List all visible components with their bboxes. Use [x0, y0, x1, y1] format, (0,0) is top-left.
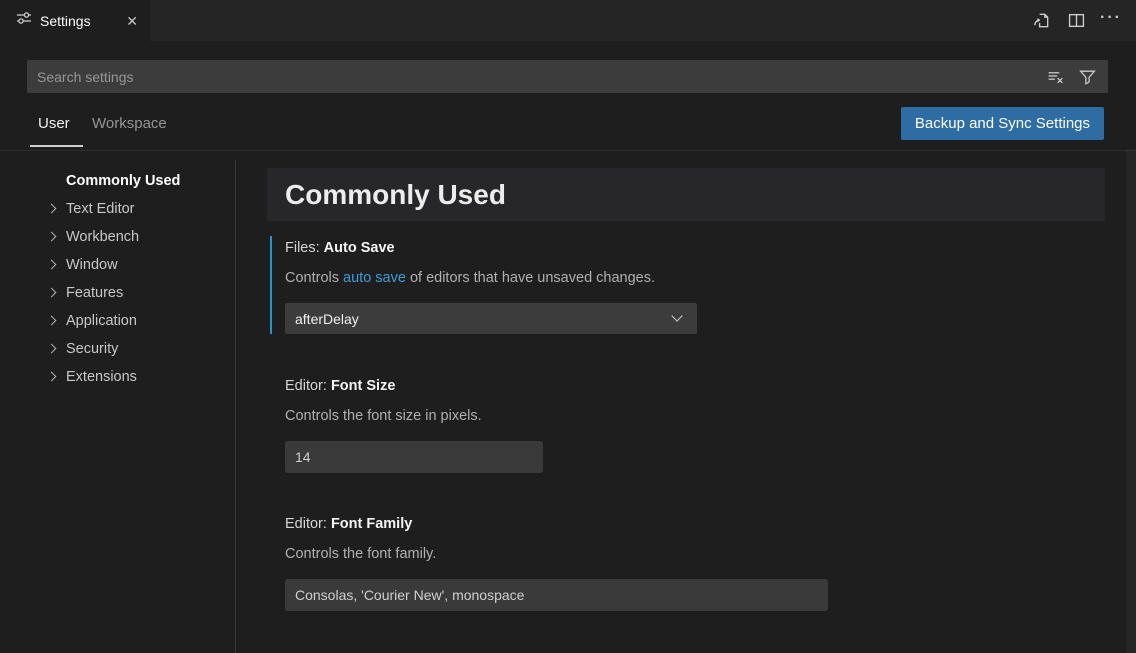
- page-title: Commonly Used: [267, 179, 506, 211]
- setting-label: Editor: Font Size: [285, 378, 1105, 394]
- chevron-right-icon: [47, 204, 57, 214]
- toc-item-commonly-used[interactable]: Commonly Used: [0, 167, 235, 195]
- settings-toc: Commonly Used Text Editor Workbench Wind…: [0, 167, 235, 391]
- font-size-input[interactable]: [285, 441, 543, 473]
- chevron-right-icon: [47, 372, 57, 382]
- chevron-right-icon: [47, 316, 57, 326]
- toc-item-window[interactable]: Window: [0, 251, 235, 279]
- section-header: Commonly Used: [267, 168, 1105, 221]
- auto-save-select[interactable]: afterDelay: [285, 303, 697, 334]
- chevron-right-icon: [47, 232, 57, 242]
- tab-settings[interactable]: Settings ✕: [0, 0, 150, 41]
- toc-item-extensions[interactable]: Extensions: [0, 363, 235, 391]
- settings-scope-row: User Workspace Backup and Sync Settings: [0, 103, 1136, 151]
- editor-actions: ···: [1030, 0, 1122, 41]
- chevron-down-icon: [671, 310, 682, 321]
- more-actions-icon[interactable]: ···: [1100, 10, 1122, 32]
- setting-label: Files: Auto Save: [285, 240, 1105, 256]
- setting-files-auto-save: Files: Auto Save Controls auto save of e…: [285, 240, 1105, 340]
- toc-item-text-editor[interactable]: Text Editor: [0, 195, 235, 223]
- tab-bar: Settings ✕ ···: [0, 0, 1136, 41]
- active-tab-underline: [30, 145, 83, 147]
- toc-item-features[interactable]: Features: [0, 279, 235, 307]
- font-family-input[interactable]: [285, 579, 828, 611]
- settings-sliders-icon: [16, 10, 32, 31]
- clear-search-icon[interactable]: [1044, 66, 1066, 88]
- search-bar: [27, 60, 1108, 93]
- setting-label: Editor: Font Family: [285, 516, 1105, 532]
- modified-indicator: [270, 236, 272, 334]
- toc-item-workbench[interactable]: Workbench: [0, 223, 235, 251]
- chevron-right-icon: [47, 344, 57, 354]
- chevron-right-icon: [47, 260, 57, 270]
- toc-item-security[interactable]: Security: [0, 335, 235, 363]
- chevron-right-icon: [47, 288, 57, 298]
- scrollbar[interactable]: [1126, 150, 1136, 653]
- setting-description: Controls auto save of editors that have …: [285, 270, 655, 286]
- close-tab-icon[interactable]: ✕: [126, 14, 138, 28]
- tab-workspace[interactable]: Workspace: [92, 115, 167, 132]
- auto-save-link[interactable]: auto save: [343, 270, 406, 286]
- open-settings-json-icon[interactable]: [1030, 10, 1052, 32]
- tab-user[interactable]: User: [38, 115, 70, 132]
- search-input[interactable]: [27, 60, 1044, 93]
- search-actions: [1044, 66, 1108, 88]
- toc-item-application[interactable]: Application: [0, 307, 235, 335]
- toc-divider: [235, 160, 236, 653]
- backup-and-sync-button[interactable]: Backup and Sync Settings: [901, 107, 1104, 140]
- filter-icon[interactable]: [1076, 66, 1098, 88]
- setting-description: Controls the font family.: [285, 546, 436, 562]
- setting-editor-font-size: Editor: Font Size Controls the font size…: [285, 378, 1105, 478]
- setting-editor-font-family: Editor: Font Family Controls the font fa…: [285, 516, 1105, 616]
- settings-editor: Settings ✕ ···: [0, 0, 1136, 653]
- setting-description: Controls the font size in pixels.: [285, 408, 482, 424]
- tab-label: Settings: [40, 13, 91, 29]
- split-editor-icon[interactable]: [1065, 10, 1087, 32]
